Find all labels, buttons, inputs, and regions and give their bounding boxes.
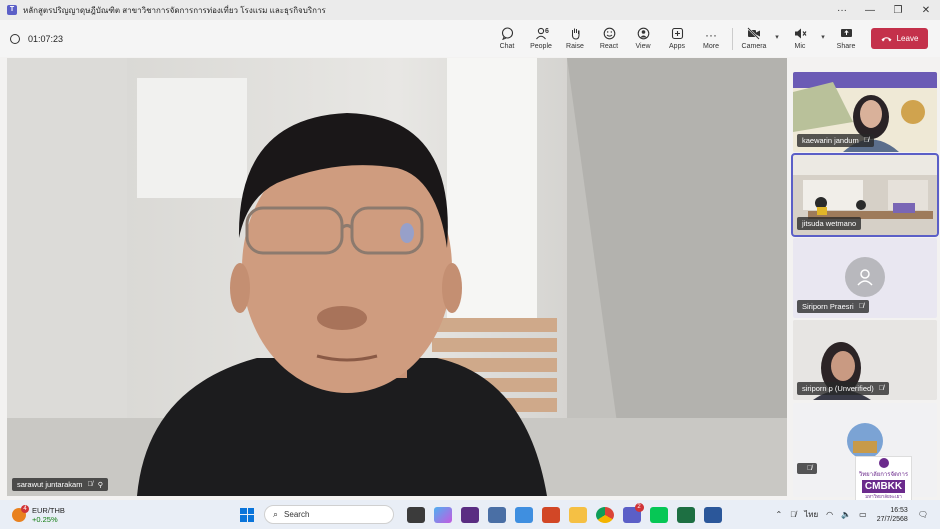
share-button[interactable]: Share xyxy=(829,27,863,50)
calculator-icon[interactable] xyxy=(487,506,506,523)
media-app-icon[interactable] xyxy=(460,506,479,523)
clock[interactable]: 16:53 27/7/2568 xyxy=(877,506,908,524)
cmbkk-logo: วิทยาลัยการจัดการ CMBKK มหาวิทยาลัยพะเยา xyxy=(855,456,912,503)
mic-button[interactable]: Mic xyxy=(783,27,817,50)
battery-icon[interactable]: ▭ xyxy=(859,510,867,519)
main-speaker-video[interactable]: sarawut juntarakam 🎙̸ ⚲ xyxy=(7,58,787,496)
meeting-toolbar: 01:07:23 Chat 6 People Raise React View xyxy=(0,20,940,57)
person-icon xyxy=(857,269,873,286)
word-icon[interactable] xyxy=(703,506,722,523)
view-icon xyxy=(637,27,650,43)
participant-name-label: jitsuda wetmano xyxy=(797,217,862,230)
main-speaker-name-label: sarawut juntarakam 🎙̸ ⚲ xyxy=(12,478,108,491)
taskbar-search[interactable]: ⌕ Search xyxy=(264,505,394,524)
view-button[interactable]: View xyxy=(626,27,660,50)
participant-tile[interactable]: Siriporn Praesri 🎙̸ xyxy=(793,238,937,318)
toolbar-divider xyxy=(732,27,733,50)
task-view-icon[interactable] xyxy=(406,506,425,523)
restore-button[interactable]: ❐ xyxy=(884,5,912,16)
chevron-up-icon[interactable]: ⌃ xyxy=(775,510,782,519)
participant-name-label: kaewarin jandum 🎙̸ xyxy=(797,134,874,147)
leave-button[interactable]: Leave xyxy=(871,28,928,49)
people-button[interactable]: 6 People xyxy=(524,27,558,50)
file-explorer-icon[interactable] xyxy=(568,506,587,523)
close-button[interactable]: ✕ xyxy=(912,5,940,16)
speaker-video-frame xyxy=(7,58,787,496)
start-icon[interactable] xyxy=(240,507,254,522)
widgets-button[interactable]: 4 EUR/THB +0.25% xyxy=(12,504,162,524)
smiley-icon xyxy=(603,27,616,43)
share-screen-icon xyxy=(840,27,853,43)
meeting-timer: 01:07:23 xyxy=(10,33,64,44)
powerpoint-icon[interactable] xyxy=(541,506,560,523)
avatar xyxy=(845,257,885,297)
seal-icon xyxy=(878,458,889,468)
people-count: 6 xyxy=(545,28,549,35)
mic-muted-icon: 🎙̸ xyxy=(878,385,884,392)
title-bar: T หลักสูตรปริญญาดุษฎีบัณฑิต สาขาวิชาการจ… xyxy=(0,0,940,20)
chat-button[interactable]: Chat xyxy=(490,27,524,50)
wifi-icon[interactable]: ◠ xyxy=(826,510,833,519)
search-icon: ⌕ xyxy=(273,509,279,519)
taskbar: 4 EUR/THB +0.25% ⌕ Search 2 ⌃ 🎙̸ ไทย ◠ 🔈… xyxy=(0,500,940,529)
minimize-button[interactable]: — xyxy=(856,5,884,16)
participant-tile[interactable]: siriporn p (Unverified) 🎙̸ xyxy=(793,320,937,400)
chrome-icon[interactable] xyxy=(595,506,614,523)
participant-name-label: 🎙̸ xyxy=(797,463,818,474)
chat-icon xyxy=(501,27,514,43)
react-button[interactable]: React xyxy=(592,27,626,50)
phone-icon xyxy=(881,34,892,44)
apps-icon xyxy=(671,27,684,43)
shield-icon xyxy=(10,33,20,44)
mic-muted-icon[interactable]: 🎙̸ xyxy=(790,510,796,519)
more-options-button[interactable]: ··· xyxy=(828,5,856,16)
participant-tile[interactable]: jitsuda wetmano xyxy=(791,153,939,237)
edge-icon[interactable] xyxy=(514,506,533,523)
timer-text: 01:07:23 xyxy=(28,33,64,44)
ellipsis-icon: ··· xyxy=(705,28,717,42)
apps-button[interactable]: Apps xyxy=(660,27,694,50)
excel-icon[interactable] xyxy=(676,506,695,523)
language-indicator[interactable]: ไทย xyxy=(804,508,818,521)
teams-logo-icon: T xyxy=(7,5,17,15)
mic-options-chevron-down-icon[interactable]: ▾ xyxy=(817,33,829,41)
mic-muted-icon xyxy=(794,27,807,43)
mic-muted-icon: 🎙̸ xyxy=(807,465,813,472)
teams-icon[interactable]: 2 xyxy=(622,502,644,523)
participant-name-label: Siriporn Praesri 🎙̸ xyxy=(797,300,869,313)
raise-hand-button[interactable]: Raise xyxy=(558,27,592,50)
notification-icon[interactable]: 🗨 xyxy=(918,510,928,519)
window-title: หลักสูตรปริญญาดุษฎีบัณฑิต สาขาวิชาการจัด… xyxy=(23,5,326,15)
camera-button[interactable]: Camera xyxy=(737,27,771,50)
camera-off-icon xyxy=(747,27,761,43)
pin-icon[interactable]: ⚲ xyxy=(98,481,103,489)
line-icon[interactable] xyxy=(649,506,668,523)
camera-options-chevron-down-icon[interactable]: ▾ xyxy=(771,33,783,41)
market-icon: 4 xyxy=(12,504,29,522)
mic-muted-icon: 🎙̸ xyxy=(863,137,869,144)
mic-muted-icon: 🎙̸ xyxy=(858,303,864,310)
participant-tile[interactable]: kaewarin jandum 🎙̸ xyxy=(793,72,937,152)
mic-muted-icon: 🎙̸ xyxy=(87,481,93,488)
participant-name-label: siriporn p (Unverified) 🎙̸ xyxy=(797,382,889,395)
copilot-icon[interactable] xyxy=(433,506,452,523)
more-button[interactable]: ··· More xyxy=(694,27,728,50)
volume-icon[interactable]: 🔈 xyxy=(841,510,851,519)
hand-icon xyxy=(569,27,582,43)
